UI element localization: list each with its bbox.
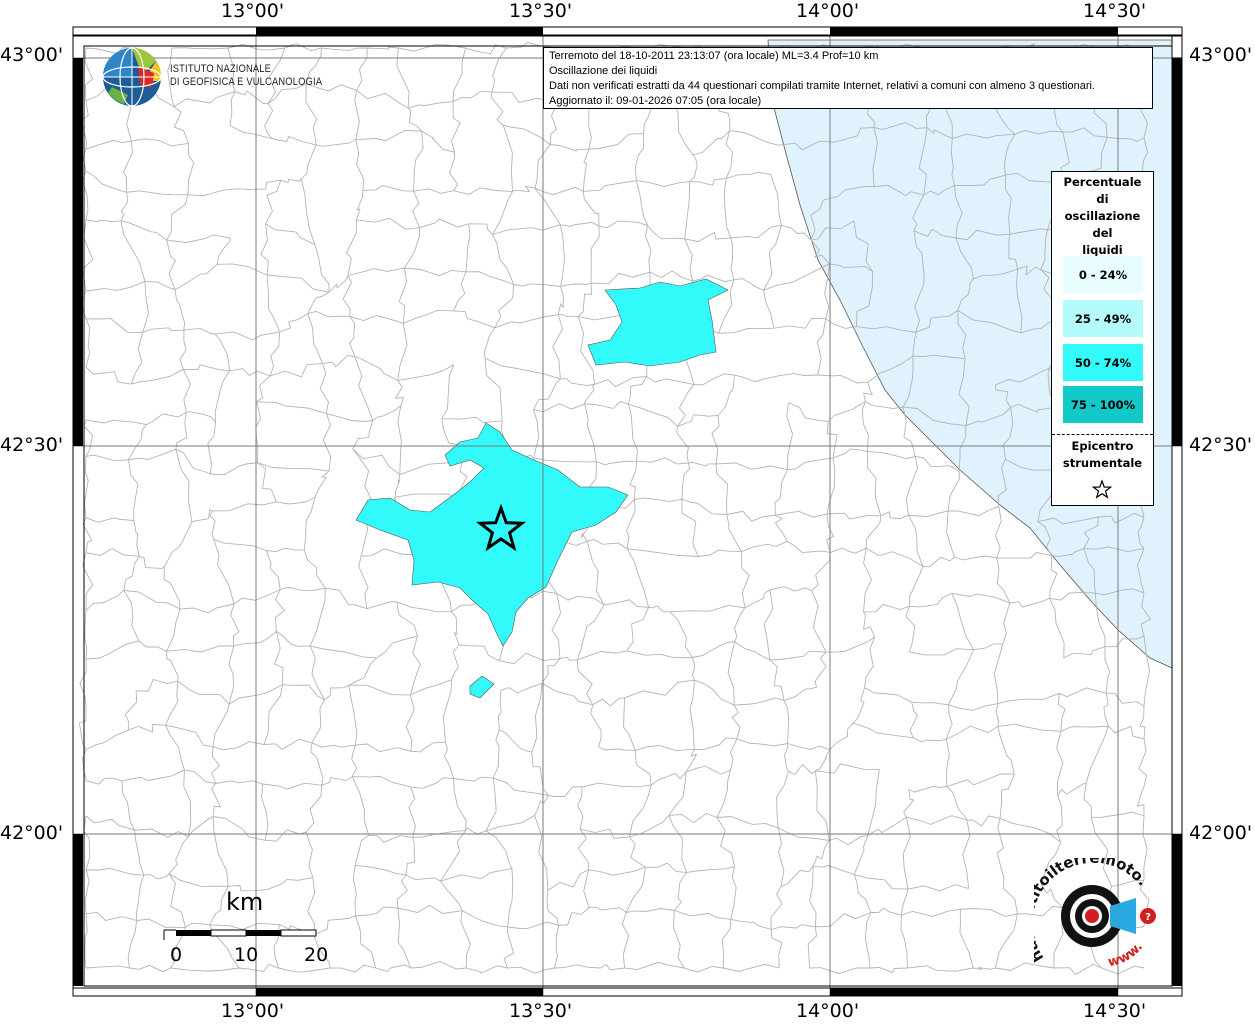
lon-tick-bottom: 13°30' [509, 1000, 573, 1022]
legend-epicenter-line: strumentale [1062, 456, 1143, 470]
legend-title-line: oscillazione [1064, 209, 1141, 223]
legend-class-label: 25 - 49% [1074, 311, 1132, 326]
update-time: Aggiornato il: 09-01-2026 07:05 (ora loc… [549, 95, 762, 107]
event-summary: Terremoto del 18-10-2011 23:13:07 (ora l… [549, 50, 879, 62]
legend-class-label: 75 - 100% [1070, 397, 1136, 412]
event-info-box: Terremoto del 18-10-2011 23:13:07 (ora l… [543, 47, 1153, 109]
legend-class-label: 0 - 24% [1078, 267, 1128, 282]
scale-label-10: 10 [234, 944, 259, 966]
legend-title: Percentuale di oscillazione del liquidi [1052, 174, 1153, 259]
lat-tick-right: 42°30' [1189, 434, 1253, 456]
lon-tick-top: 14°00' [796, 0, 860, 22]
lat-tick-left: 42°30' [0, 434, 64, 456]
legend-star-icon [1091, 479, 1113, 499]
hsit-logo-www-text: www. [1107, 940, 1146, 971]
lat-tick-left: 43°00' [0, 44, 64, 66]
legend-title-line: di [1096, 192, 1109, 206]
scale-unit: km [226, 888, 264, 916]
scale-label-20: 20 [304, 944, 329, 966]
legend-epicenter-label: Epicentro strumentale [1052, 438, 1153, 472]
legend-title-line: del [1092, 226, 1113, 240]
legend-class-0-24: 0 - 24% [1063, 256, 1143, 293]
lon-tick-bottom: 14°30' [1083, 1000, 1147, 1022]
legend-class-50-74: 50 - 74% [1063, 344, 1143, 381]
lon-tick-bottom: 14°00' [796, 1000, 860, 1022]
institute-line-1: ISTITUTO NAZIONALE [170, 63, 272, 75]
legend: Percentuale di oscillazione del liquidi … [1051, 171, 1154, 506]
institute-line-2: DI GEOFISICA E VULCANOLOGIA [170, 76, 323, 88]
institute-name: ISTITUTO NAZIONALE DI GEOFISICA E VULCAN… [170, 63, 322, 89]
scale-label-0: 0 [170, 944, 183, 966]
data-note: Dati non verificati estratti da 44 quest… [549, 80, 1095, 92]
legend-class-75-100: 75 - 100% [1063, 386, 1143, 423]
lon-tick-top: 14°30' [1083, 0, 1147, 22]
legend-class-25-49: 25 - 49% [1063, 300, 1143, 337]
lon-tick-top: 13°30' [509, 0, 573, 22]
lat-tick-right: 42°00' [1189, 822, 1253, 844]
legend-title-line: Percentuale [1063, 175, 1142, 189]
lat-tick-left: 42°00' [0, 822, 64, 844]
hsit-logo-text: haisentitoilterremoto.it www. [1034, 858, 1152, 971]
legend-epicenter-line: Epicentro [1071, 439, 1134, 453]
map-parameter: Oscillazione dei liquidi [549, 65, 658, 77]
lat-tick-right: 43°00' [1189, 44, 1253, 66]
legend-separator [1052, 434, 1153, 435]
lon-tick-top: 13°00' [221, 0, 285, 22]
legend-class-label: 50 - 74% [1074, 355, 1132, 370]
lon-tick-bottom: 13°00' [221, 1000, 285, 1022]
ingv-logo-icon [102, 47, 162, 107]
